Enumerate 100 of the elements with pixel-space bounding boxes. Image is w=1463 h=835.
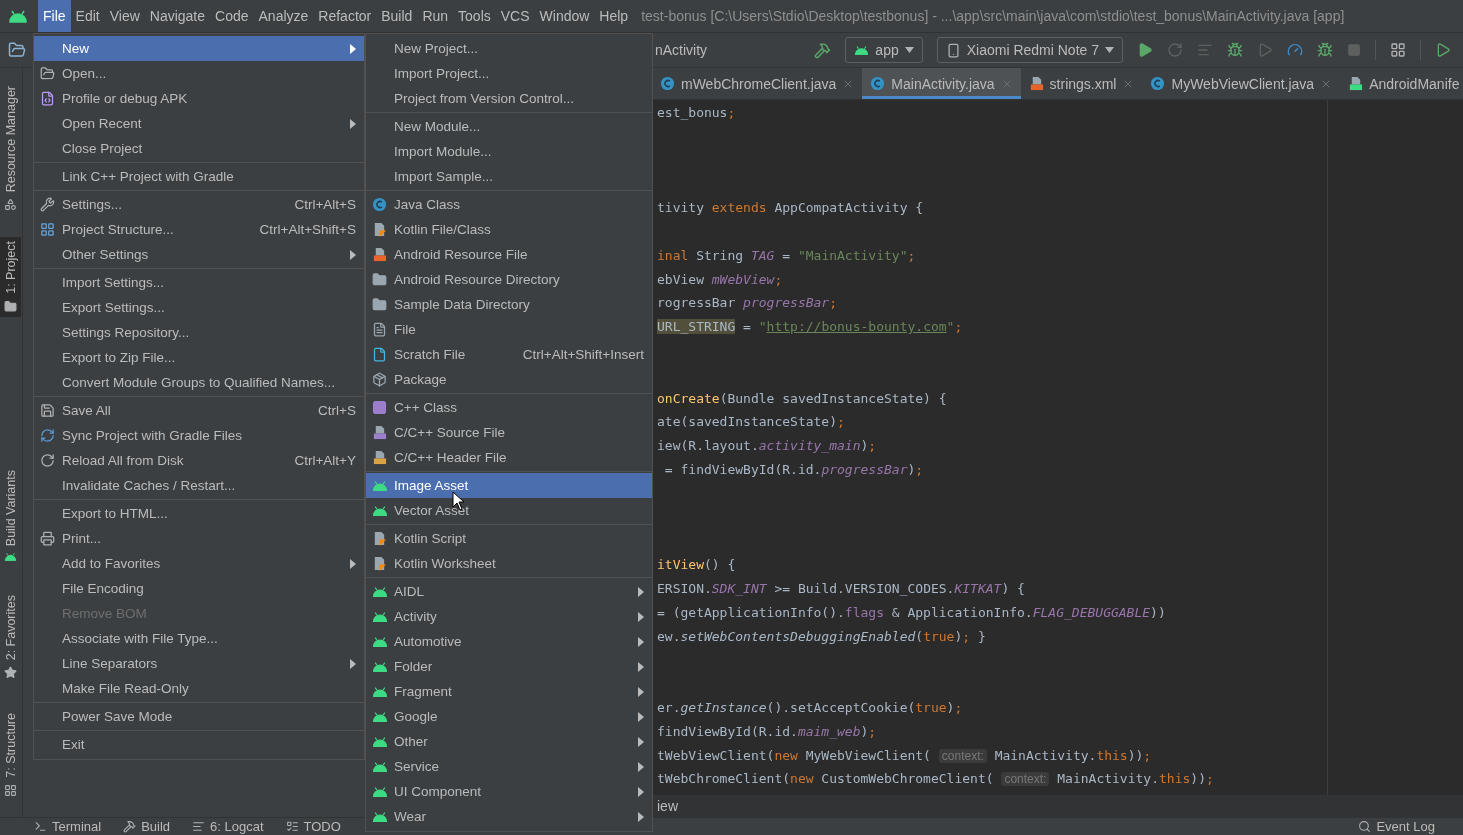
menu-title[interactable]: View (104, 0, 145, 32)
menu-title[interactable]: Run (417, 0, 454, 32)
menu-item[interactable]: Associate with File Type... (34, 626, 364, 651)
editor-tab[interactable]: strings.xml (1020, 68, 1143, 99)
menu-item[interactable]: Settings... Ctrl+Alt+S (34, 192, 364, 217)
menu-item[interactable]: C++ Class (366, 395, 652, 420)
menu-item[interactable]: File Encoding (34, 576, 364, 601)
menu-item[interactable]: Project Structure... Ctrl+Alt+Shift+S (34, 217, 364, 242)
menu-item[interactable]: Convert Module Groups to Qualified Names... (34, 370, 364, 395)
menu-item[interactable]: Vector Asset (366, 498, 652, 523)
menu-item[interactable]: Import Settings... (34, 270, 364, 295)
menu-item[interactable]: Close Project (34, 136, 364, 161)
menu-item[interactable]: Export to Zip File... (34, 345, 364, 370)
menu-item[interactable]: Sample Data Directory (366, 292, 652, 317)
menu-item[interactable]: Fragment (366, 679, 652, 704)
menu-title[interactable]: Navigate (144, 0, 211, 32)
menu-title[interactable]: Help (594, 0, 634, 32)
menu-item[interactable]: Folder (366, 654, 652, 679)
menu-item[interactable]: Kotlin Script (366, 526, 652, 551)
menu-item[interactable]: Package (366, 367, 652, 392)
menu-item[interactable]: New Project... (366, 36, 652, 61)
gauge-icon[interactable] (1287, 42, 1303, 58)
menu-item[interactable]: UI Component (366, 779, 652, 804)
run-config-dropdown[interactable]: app (845, 37, 923, 63)
menu-item[interactable]: Exit (34, 732, 364, 757)
menu-item[interactable]: Import Module... (366, 139, 652, 164)
breadcrumb-item[interactable]: iew (657, 798, 678, 814)
menu-title[interactable]: Code (210, 0, 254, 32)
menu-item[interactable]: Open Recent (34, 111, 364, 136)
device-dropdown[interactable]: Xiaomi Redmi Note 7 (936, 37, 1123, 63)
menu-item[interactable]: Other Settings (34, 242, 364, 267)
tool-window-button[interactable]: 6: Logcat (192, 819, 264, 834)
menu-item[interactable]: C/C++ Source File (366, 420, 652, 445)
menu-item[interactable]: Android Resource Directory (366, 267, 652, 292)
menu-item[interactable]: File (366, 317, 652, 342)
menu-item[interactable]: Save All Ctrl+S (34, 398, 364, 423)
bug-icon[interactable] (1227, 42, 1243, 58)
menu-item[interactable]: Service (366, 754, 652, 779)
editor-tab[interactable]: AndroidManife (1340, 68, 1463, 99)
bug-icon[interactable] (1317, 42, 1333, 58)
menu-item[interactable]: Export to HTML... (34, 501, 364, 526)
menu-title[interactable]: Window (534, 0, 595, 32)
menu-item[interactable]: Activity (366, 604, 652, 629)
tool-window-button[interactable]: TODO (285, 819, 341, 834)
tool-window-tab[interactable]: 1: Project (0, 237, 21, 318)
tool-window-tab[interactable]: Build Variants (0, 465, 21, 566)
menu-item[interactable]: Kotlin File/Class (366, 217, 652, 242)
menu-item[interactable]: Automotive (366, 629, 652, 654)
menu-item[interactable]: Profile or debug APK (34, 86, 364, 111)
menu-title[interactable]: Tools (453, 0, 496, 32)
menu-item[interactable]: Settings Repository... (34, 320, 364, 345)
tool-window-tab[interactable]: Resource Manager (0, 82, 21, 216)
editor-tab[interactable]: MainActivity.java (862, 68, 1021, 99)
menu-item[interactable]: Open... (34, 61, 364, 86)
menu-item[interactable]: Import Project... (366, 61, 652, 86)
submenu-arrow-icon (638, 761, 644, 772)
menu-item[interactable]: Wear (366, 804, 652, 829)
menu-item[interactable]: Add to Favorites (34, 551, 364, 576)
menu-title[interactable]: Build (376, 0, 418, 32)
menu-item[interactable]: Google (366, 704, 652, 729)
tool-window-button[interactable]: Terminal (34, 819, 102, 834)
menu-item[interactable]: Scratch File Ctrl+Alt+Shift+Insert (366, 342, 652, 367)
menu-title[interactable]: Refactor (313, 0, 377, 32)
menu-item[interactable]: AIDL (366, 579, 652, 604)
menu-title[interactable]: Analyze (253, 0, 314, 32)
menu-item[interactable]: Kotlin Worksheet (366, 551, 652, 576)
play-icon[interactable] (1137, 42, 1153, 58)
menu-item[interactable]: New Module... (366, 114, 652, 139)
editor-tab[interactable]: mWebChromeClient.java (652, 68, 863, 99)
menu-item[interactable]: Image Asset (366, 473, 652, 498)
grid-icon[interactable] (1390, 42, 1406, 58)
menu-item[interactable]: New (34, 36, 364, 61)
menu-item[interactable]: Power Save Mode (34, 704, 364, 729)
menu-item[interactable]: Other (366, 729, 652, 754)
menu-title[interactable]: Edit (70, 0, 105, 32)
menu-item[interactable]: Java Class (366, 192, 652, 217)
menu-item[interactable]: Make File Read-Only (34, 676, 364, 701)
menu-item[interactable]: Print... (34, 526, 364, 551)
event-log-button[interactable]: Event Log (1358, 819, 1435, 834)
breadcrumb-item[interactable]: nActivity (655, 42, 708, 58)
menu-item[interactable]: Sync Project with Gradle Files (34, 423, 364, 448)
menu-item[interactable]: C/C++ Header File (366, 445, 652, 470)
code-line: tWebViewClient(new MyWebViewClient( context: MainActivity.this)); (657, 746, 1153, 765)
menu-item[interactable]: Import Sample... (366, 164, 652, 189)
menu-title[interactable]: File (38, 0, 71, 32)
android-icon (372, 735, 388, 748)
menu-item[interactable]: Reload All from Disk Ctrl+Alt+Y (34, 448, 364, 473)
menu-item[interactable]: Link C++ Project with Gradle (34, 164, 364, 189)
play-icon[interactable] (1435, 42, 1451, 58)
tool-window-tab[interactable]: 2: Favorites (0, 591, 21, 684)
menu-item[interactable]: Export Settings... (34, 295, 364, 320)
hammer-icon (814, 41, 832, 59)
menu-title[interactable]: VCS (495, 0, 535, 32)
menu-item[interactable]: Android Resource File (366, 242, 652, 267)
menu-item[interactable]: Line Separators (34, 651, 364, 676)
editor-tab[interactable]: MyWebViewClient.java (1142, 68, 1341, 99)
menu-item[interactable]: Invalidate Caches / Restart... (34, 473, 364, 498)
tool-window-tab[interactable]: 7: Structure (0, 709, 21, 801)
tool-window-button[interactable]: Build (123, 819, 171, 834)
menu-item[interactable]: Project from Version Control... (366, 86, 652, 111)
